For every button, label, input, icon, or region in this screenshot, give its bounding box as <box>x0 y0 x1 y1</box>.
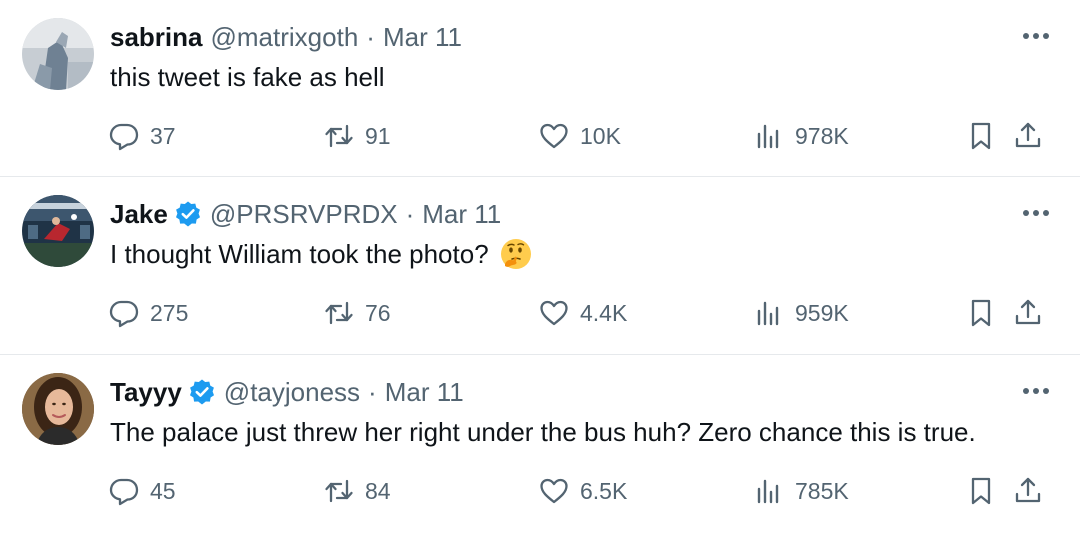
reply-count: 275 <box>150 299 189 326</box>
display-name[interactable]: Tayyy <box>110 376 182 408</box>
share-button[interactable] <box>1012 295 1044 331</box>
like-icon <box>538 120 570 152</box>
tweet-text: I thought William took the photo? <box>110 237 1050 271</box>
handle[interactable]: @tayjoness <box>224 376 360 408</box>
bookmark-button[interactable] <box>965 118 997 154</box>
tweet-tayyy[interactable]: Tayyy @tayjoness · Mar 11 The palace jus… <box>0 355 1080 535</box>
tweet-text-content: I thought William took the photo? <box>110 239 489 269</box>
more-icon[interactable] <box>1020 201 1052 225</box>
views-icon <box>753 120 785 152</box>
views-icon <box>753 475 785 507</box>
avatar[interactable] <box>22 195 94 267</box>
reply-button[interactable]: 275 <box>108 295 188 331</box>
tweet-text-content: The palace just threw her right under th… <box>110 417 976 447</box>
retweet-button[interactable]: 91 <box>323 118 391 154</box>
separator-dot: · <box>405 199 415 229</box>
like-button[interactable]: 4.4K <box>538 295 627 331</box>
verified-badge-icon <box>174 200 202 228</box>
views-button[interactable]: 978K <box>753 118 849 154</box>
reply-count: 45 <box>150 477 176 504</box>
like-icon <box>538 297 570 329</box>
bookmark-button[interactable] <box>965 295 997 331</box>
retweet-button[interactable]: 76 <box>323 295 391 331</box>
handle[interactable]: @matrixgoth <box>211 21 359 53</box>
display-name[interactable]: Jake <box>110 198 168 230</box>
tweet-date[interactable]: Mar 11 <box>385 376 464 408</box>
tweet-header: Tayyy @tayjoness · Mar 11 <box>110 376 464 408</box>
reply-icon <box>108 120 140 152</box>
retweet-icon <box>323 120 355 152</box>
tweet-header: Jake @PRSRVPRDX · Mar 11 <box>110 198 501 230</box>
tweet-text-content: this tweet is fake as hell <box>110 62 385 92</box>
views-count: 978K <box>795 122 849 149</box>
tweet-jake[interactable]: Jake @PRSRVPRDX · Mar 11 I thought Willi… <box>0 177 1080 355</box>
avatar[interactable] <box>22 18 94 90</box>
bookmark-icon <box>965 475 997 507</box>
views-button[interactable]: 959K <box>753 295 849 331</box>
share-icon <box>1012 475 1044 507</box>
share-button[interactable] <box>1012 118 1044 154</box>
like-button[interactable]: 10K <box>538 118 621 154</box>
views-count: 959K <box>795 299 849 326</box>
verified-badge-icon <box>188 378 216 406</box>
share-icon <box>1012 297 1044 329</box>
action-bar: 37 91 10K 978K <box>108 118 1056 154</box>
like-count: 4.4K <box>580 299 628 326</box>
retweet-button[interactable]: 84 <box>323 473 391 509</box>
retweet-icon <box>323 475 355 507</box>
views-icon <box>753 297 785 329</box>
retweet-count: 76 <box>365 299 391 326</box>
like-icon <box>538 475 570 507</box>
retweet-count: 91 <box>365 122 391 149</box>
reply-count: 37 <box>150 122 176 149</box>
avatar[interactable] <box>22 373 94 445</box>
display-name[interactable]: sabrina <box>110 21 203 53</box>
reply-feed: sabrina @matrixgoth · Mar 11 this tweet … <box>0 0 1080 535</box>
reply-button[interactable]: 37 <box>108 118 176 154</box>
tweet-date[interactable]: Mar 11 <box>422 198 501 230</box>
bookmark-icon <box>965 297 997 329</box>
action-bar: 45 84 6.5K 785K <box>108 473 1056 509</box>
tweet-date[interactable]: Mar 11 <box>383 21 462 53</box>
handle[interactable]: @PRSRVPRDX <box>210 198 398 230</box>
like-count: 6.5K <box>580 477 628 504</box>
like-count: 10K <box>580 122 621 149</box>
retweet-icon <box>323 297 355 329</box>
tweet-sabrina[interactable]: sabrina @matrixgoth · Mar 11 this tweet … <box>0 0 1080 177</box>
reply-button[interactable]: 45 <box>108 473 176 509</box>
reply-icon <box>108 297 140 329</box>
views-button[interactable]: 785K <box>753 473 849 509</box>
tweet-text: The palace just threw her right under th… <box>110 415 1050 449</box>
bookmark-button[interactable] <box>965 473 997 509</box>
separator-dot: · <box>368 377 377 407</box>
share-icon <box>1012 120 1044 152</box>
more-icon[interactable] <box>1020 24 1052 48</box>
action-bar: 275 76 4.4K 959K <box>108 295 1056 331</box>
like-button[interactable]: 6.5K <box>538 473 627 509</box>
thinking-face-icon <box>499 237 533 271</box>
views-count: 785K <box>795 477 849 504</box>
bookmark-icon <box>965 120 997 152</box>
retweet-count: 84 <box>365 477 391 504</box>
tweet-header: sabrina @matrixgoth · Mar 11 <box>110 21 462 53</box>
reply-icon <box>108 475 140 507</box>
share-button[interactable] <box>1012 473 1044 509</box>
separator-dot: · <box>366 22 375 52</box>
tweet-text: this tweet is fake as hell <box>110 60 1050 94</box>
more-icon[interactable] <box>1020 379 1052 403</box>
